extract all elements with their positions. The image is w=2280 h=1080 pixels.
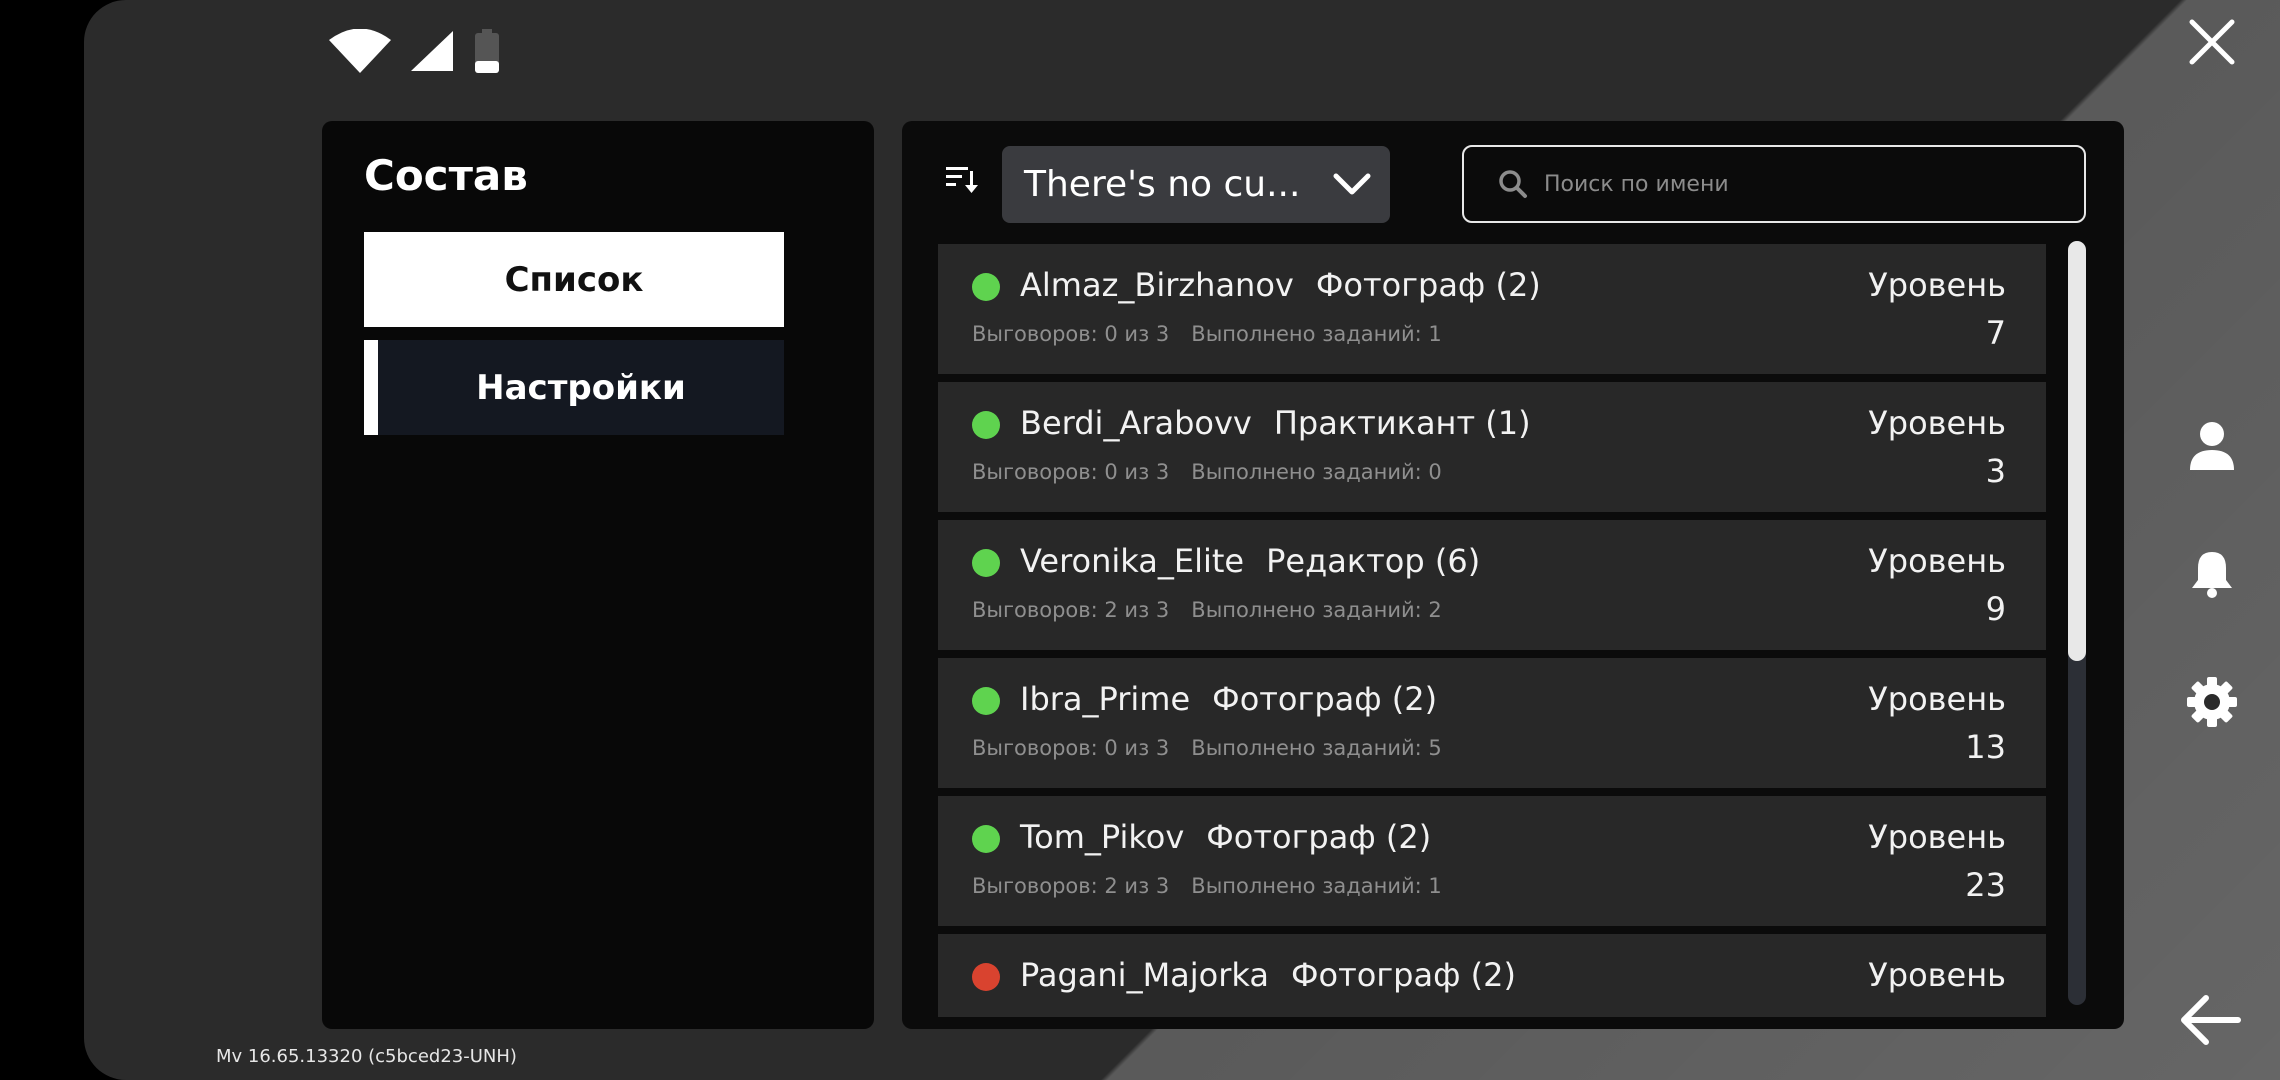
panel-title: Состав xyxy=(364,151,528,200)
scrollbar-thumb[interactable] xyxy=(2068,241,2086,661)
member-role: Фотограф (2) xyxy=(1212,680,1438,718)
close-button[interactable] xyxy=(2184,14,2240,70)
tasks-done: Выполнено заданий: 0 xyxy=(1191,460,1442,484)
tasks-done: Выполнено заданий: 5 xyxy=(1191,736,1442,760)
close-icon xyxy=(2189,19,2235,65)
member-name-line: Pagani_Majorka Фотограф (2) xyxy=(1020,956,1516,994)
members-panel: There's no cu... Almaz_Birzhanov Фотограф… xyxy=(902,121,2124,1029)
members-list: Almaz_Birzhanov Фотограф (2) Выговоров: 0… xyxy=(938,244,2046,1017)
member-role: Фотограф (2) xyxy=(1290,956,1516,994)
member-name: Veronika_Elite xyxy=(1020,542,1245,580)
status-bar xyxy=(329,26,501,76)
status-indicator xyxy=(972,273,1000,301)
battery-icon xyxy=(475,29,499,73)
nav-settings-button[interactable]: Настройки xyxy=(364,340,784,435)
tasks-done: Выполнено заданий: 2 xyxy=(1191,598,1442,622)
nav-list-button[interactable]: Список xyxy=(364,232,784,327)
status-indicator xyxy=(972,687,1000,715)
member-role: Практикант (1) xyxy=(1273,404,1531,442)
left-panel: Состав Список Настройки xyxy=(322,121,874,1029)
search-box[interactable] xyxy=(1462,145,2086,223)
settings-button[interactable] xyxy=(2186,676,2238,728)
member-row[interactable]: Veronika_Elite Редактор (6) Выговоров: 2 … xyxy=(938,520,2046,650)
level-value: 9 xyxy=(1985,590,2006,628)
level-label: Уровень xyxy=(1868,542,2006,580)
gear-icon xyxy=(2187,677,2237,727)
level-value: 23 xyxy=(1965,866,2006,904)
member-name-line: Almaz_Birzhanov Фотограф (2) xyxy=(1020,266,1541,304)
member-row[interactable]: Almaz_Birzhanov Фотограф (2) Выговоров: 0… xyxy=(938,244,2046,374)
arrow-left-icon xyxy=(2181,995,2241,1045)
level-value: 3 xyxy=(1985,452,2006,490)
wifi-icon xyxy=(329,29,391,73)
member-name-line: Tom_Pikov Фотограф (2) xyxy=(1020,818,1431,856)
member-name: Berdi_Arabovv xyxy=(1020,404,1252,442)
filter-dropdown[interactable]: There's no cu... xyxy=(1002,146,1390,223)
level-label: Уровень xyxy=(1868,680,2006,718)
member-name: Almaz_Birzhanov xyxy=(1020,266,1294,304)
member-name: Pagani_Majorka xyxy=(1020,956,1269,994)
bell-icon xyxy=(2192,552,2232,598)
level-label: Уровень xyxy=(1868,404,2006,442)
member-row[interactable]: Ibra_Prime Фотограф (2) Выговоров: 0 из 3… xyxy=(938,658,2046,788)
member-row[interactable]: Tom_Pikov Фотограф (2) Выговоров: 2 из 3В… xyxy=(938,796,2046,926)
tasks-done: Выполнено заданий: 1 xyxy=(1191,322,1442,346)
member-row[interactable]: Pagani_Majorka Фотограф (2) Уровень xyxy=(938,934,2046,1017)
member-meta: Выговоров: 0 из 3 Выполнено заданий: 0 xyxy=(972,460,1442,484)
member-meta: Выговоров: 0 из 3 Выполнено заданий: 1 xyxy=(972,322,1442,346)
member-meta: Выговоров: 0 из 3 Выполнено заданий: 5 xyxy=(972,736,1442,760)
member-name-line: Berdi_Arabovv Практикант (1) xyxy=(1020,404,1531,442)
status-indicator xyxy=(972,549,1000,577)
notifications-button[interactable] xyxy=(2186,548,2238,600)
member-name: Tom_Pikov xyxy=(1020,818,1185,856)
level-value: 7 xyxy=(1985,314,2006,352)
member-role: Фотограф (2) xyxy=(1315,266,1541,304)
level-label: Уровень xyxy=(1868,266,2006,304)
back-button[interactable] xyxy=(2178,992,2242,1048)
member-name-line: Veronika_Elite Редактор (6) xyxy=(1020,542,1480,580)
member-role: Фотограф (2) xyxy=(1206,818,1432,856)
level-label: Уровень xyxy=(1868,818,2006,856)
search-icon xyxy=(1499,170,1527,198)
reprimands: Выговоров: 0 из 3 xyxy=(972,322,1170,346)
profile-button[interactable] xyxy=(2186,420,2238,472)
sort-button[interactable] xyxy=(944,161,980,197)
member-meta: Выговоров: 2 из 3 Выполнено заданий: 2 xyxy=(972,598,1442,622)
member-name-line: Ibra_Prime Фотограф (2) xyxy=(1020,680,1437,718)
search-input[interactable] xyxy=(1542,170,2066,198)
app-screen: Состав Список Настройки There's no cu... xyxy=(84,0,2280,1080)
level-label: Уровень xyxy=(1868,956,2006,994)
version-label: Mv 16.65.13320 (c5bced23-UNH) xyxy=(216,1046,517,1067)
reprimands: Выговоров: 2 из 3 xyxy=(972,598,1170,622)
reprimands: Выговоров: 0 из 3 xyxy=(972,460,1170,484)
status-indicator xyxy=(972,411,1000,439)
member-meta xyxy=(972,1012,994,1017)
status-indicator xyxy=(972,825,1000,853)
reprimands: Выговоров: 0 из 3 xyxy=(972,736,1170,760)
filter-value: There's no cu... xyxy=(1024,164,1301,205)
status-indicator xyxy=(972,963,1000,991)
level-value: 13 xyxy=(1965,728,2006,766)
reprimands: Выговоров: 2 из 3 xyxy=(972,874,1170,898)
member-row[interactable]: Berdi_Arabovv Практикант (1) Выговоров: 0… xyxy=(938,382,2046,512)
sort-icon xyxy=(946,167,978,193)
chevron-down-icon xyxy=(1333,173,1371,195)
member-name: Ibra_Prime xyxy=(1020,680,1191,718)
tasks-done: Выполнено заданий: 1 xyxy=(1191,874,1442,898)
member-role: Редактор (6) xyxy=(1266,542,1481,580)
list-scrollbar[interactable] xyxy=(2068,241,2086,1005)
member-meta: Выговоров: 2 из 3 Выполнено заданий: 1 xyxy=(972,874,1442,898)
profile-icon xyxy=(2190,422,2234,470)
signal-icon xyxy=(411,31,453,71)
